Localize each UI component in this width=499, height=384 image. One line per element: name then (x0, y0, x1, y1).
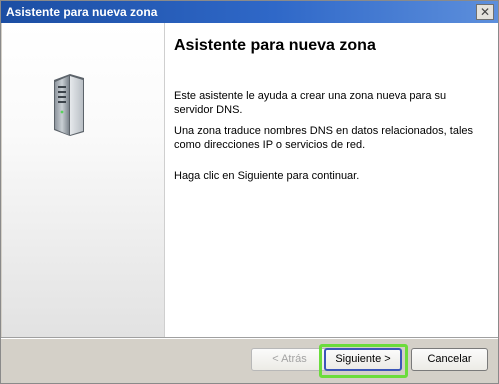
wizard-window: Asistente para nueva zona ✕ Asistente pa… (0, 0, 499, 384)
close-button[interactable]: ✕ (476, 4, 494, 20)
intro-text: Este asistente le ayuda a crear una zona… (174, 90, 447, 116)
wizard-content: Asistente para nueva zona Este asistente… (165, 23, 498, 337)
title-bar: Asistente para nueva zona ✕ (1, 1, 498, 23)
zone-description-text: Una zona traduce nombres DNS en datos re… (174, 125, 474, 151)
wizard-side-panel (2, 23, 164, 337)
window-title: Asistente para nueva zona (6, 5, 158, 19)
close-icon: ✕ (479, 5, 491, 19)
next-button-highlight (319, 344, 408, 378)
back-button[interactable]: < Atrás (251, 348, 328, 371)
server-icon (54, 74, 84, 136)
instruction-text: Haga clic en Siguiente para continuar. (174, 170, 360, 182)
button-bar-separator (1, 337, 498, 339)
cancel-button[interactable]: Cancelar (411, 348, 488, 371)
page-title: Asistente para nueva zona (174, 37, 376, 54)
